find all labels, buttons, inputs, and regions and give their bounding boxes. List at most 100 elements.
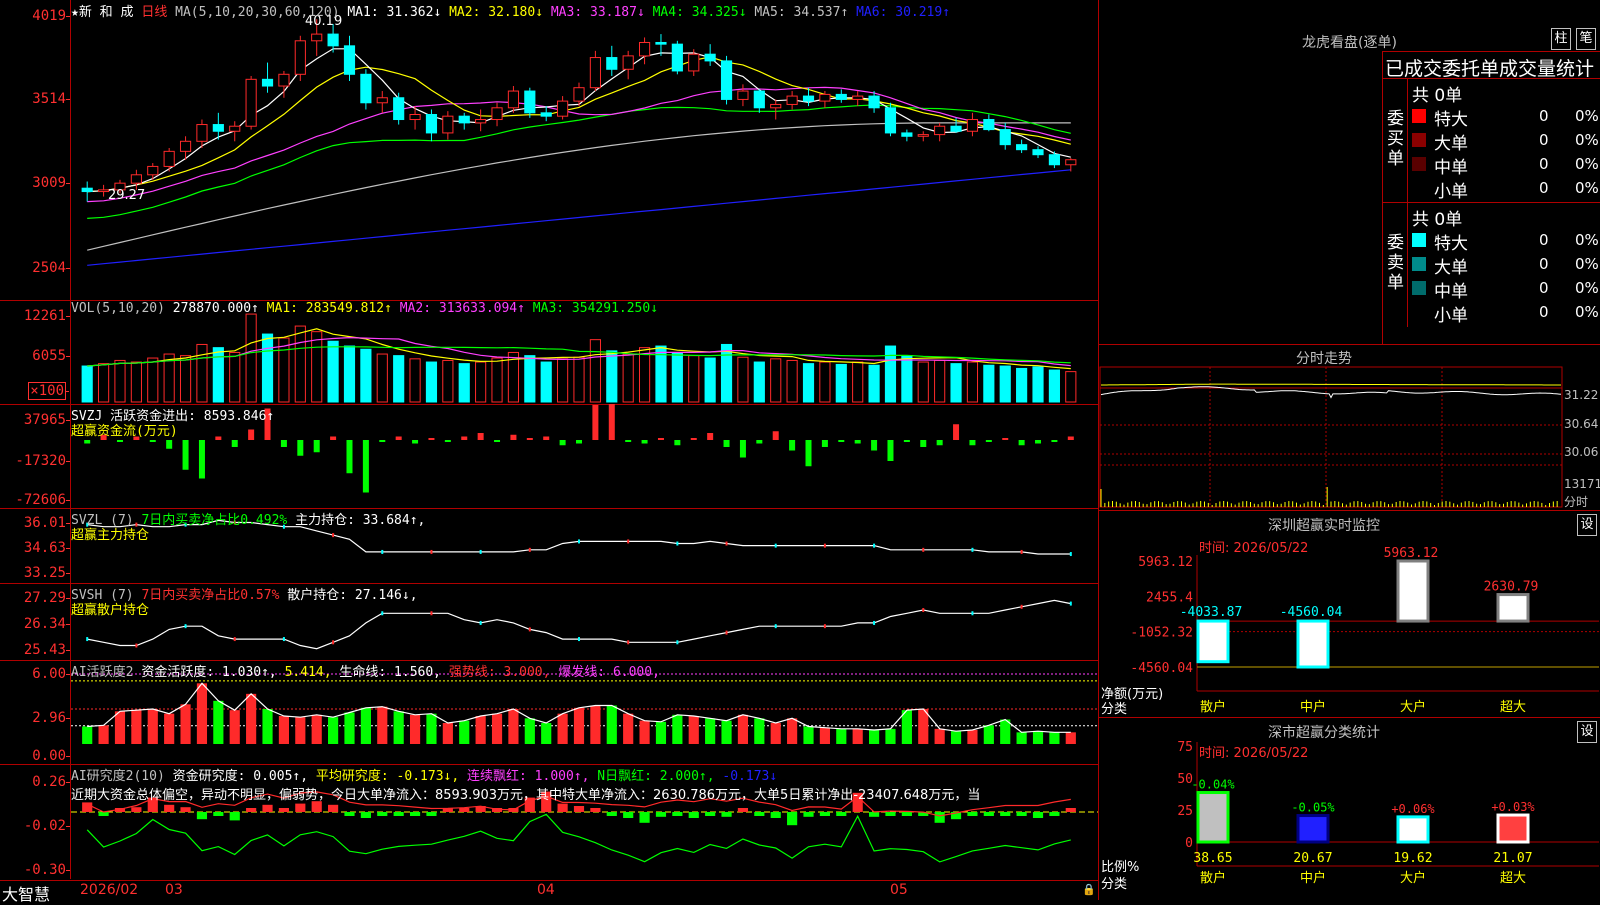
research-bar [1065, 808, 1076, 812]
volume-bar [720, 343, 733, 403]
tick-view-button[interactable]: 笔 [1576, 28, 1596, 50]
research-e: -0.173↓ [722, 769, 778, 784]
intraday-tick-2: 30.06 [1564, 445, 1599, 459]
research-bar [393, 812, 404, 816]
research-name: AI研究度2(10) [71, 769, 165, 784]
svsh-line-tick [676, 640, 679, 645]
svzj-bar [461, 436, 468, 440]
ma4-value: MA4: 34.325↓ [652, 5, 747, 20]
price-pane[interactable]: 4019 3514 3009 2504 ★新 和 成 日线 MA(5,10,20… [0, 0, 1098, 301]
svzj-bar [559, 440, 566, 446]
svsh-axis: 27.29 26.34 25.43 [0, 583, 71, 660]
active-bar [590, 705, 601, 744]
intraday-chart[interactable] [1099, 345, 1600, 510]
order-count-value: 0 [1539, 131, 1549, 149]
candle-body [327, 33, 339, 47]
research-bar [754, 812, 765, 816]
svzj-bar [149, 440, 156, 442]
candle-body [524, 90, 536, 114]
candle-body [212, 124, 224, 132]
date-feb: 2026/02 [80, 882, 139, 898]
research-bar [1049, 812, 1060, 816]
intraday-panel[interactable]: 分时走势 31.22 30.64 30.06 13171 分时 [1099, 345, 1600, 511]
ai-active-pane[interactable]: 6.00 2.96 0.00 AI活跃度2 资金活跃度: 1.030↑, 5.4… [0, 660, 1098, 765]
szm-bar [1296, 619, 1330, 669]
research-tick-1: -0.02 [23, 818, 71, 834]
active-value: 资金活跃度: 1.030↑, [141, 665, 277, 680]
candle-body [261, 78, 274, 87]
order-size-label: 大单 [1434, 258, 1468, 278]
ai-research-pane[interactable]: 0.26 -0.02 -0.30 AI研究度2(10) 资金研究度: 0.005… [0, 764, 1098, 879]
volume-bar [622, 353, 634, 403]
svzl-position: 主力持仓: 33.684↑, [295, 513, 426, 528]
svzj-bar [805, 440, 812, 467]
order-count-value: 0 [1539, 179, 1549, 197]
svzj-bar [116, 440, 123, 442]
vol-ma2: MA2: 313633.094↑ [399, 301, 525, 316]
active-bar [360, 707, 371, 744]
volume-bar [999, 365, 1011, 403]
volume-bar [638, 347, 651, 403]
active-bar [1016, 732, 1027, 744]
szm-ytick: -4560.04 [1130, 661, 1193, 676]
period-label[interactable]: 日线 [141, 5, 167, 20]
vol-tick-1: 6055 [32, 348, 70, 364]
active-bar [311, 714, 322, 744]
szc-category: 中户 [1300, 870, 1326, 886]
candle-body [884, 107, 897, 134]
vol-tick-0: 12261 [23, 308, 71, 324]
svzj-bar [1002, 438, 1009, 440]
svsh-line-tick [725, 630, 728, 635]
candle-body [1065, 159, 1077, 166]
volume-bar [589, 339, 601, 403]
stock-name[interactable]: ★新 和 成 [71, 5, 133, 20]
svsh-subheader: 超赢散户持仓 [71, 603, 150, 618]
order-size-label: 中单 [1434, 158, 1468, 178]
szc-value-label: 19.62 [1393, 851, 1432, 866]
volume-bar [98, 363, 110, 403]
low-label: 29.27 [108, 188, 146, 203]
research-bar [655, 812, 667, 817]
svzl-line-tick [332, 533, 335, 538]
candlestick-chart[interactable] [71, 0, 1098, 300]
candle-body [376, 97, 388, 104]
ma5-line [87, 122, 1071, 251]
sz-class-xlabel: 分类 [1101, 877, 1128, 892]
research-bar [787, 812, 798, 826]
svzl-line-tick [578, 539, 580, 544]
svzl-ratio: 7日内买卖净占比0.492% [141, 513, 288, 528]
bar-view-button[interactable]: 柱 [1551, 28, 1571, 50]
volume-bar [409, 358, 421, 403]
svzj-bar [772, 431, 779, 440]
research-bar [901, 812, 912, 816]
ma6-value: MA6: 30.219↑ [856, 5, 951, 20]
active-bar [377, 706, 388, 744]
volume-bar [393, 355, 405, 403]
volume-bar [1065, 371, 1077, 403]
active-bar [147, 709, 158, 744]
volume-pane[interactable]: 12261 6055 ×100 VOL(5,10,20) 278870.000↑… [0, 300, 1098, 405]
szm-ytick: -1052.32 [1130, 626, 1193, 641]
research-bar [885, 812, 896, 816]
svzj-pane[interactable]: 37965 -17320 -72606 SVZJ 活跃资金进出: 8593.84… [0, 404, 1098, 509]
szm-ytick: 5963.12 [1138, 555, 1193, 570]
date-apr: 04 [537, 882, 555, 898]
lock-icon[interactable]: 🔒 [1082, 883, 1096, 896]
svsh-pane[interactable]: 27.29 26.34 25.43 SVSH (7) 7日内买卖净占比0.57%… [0, 583, 1098, 661]
candle-body [802, 95, 815, 102]
svsh-position: 散户持仓: 27.146↓, [287, 588, 418, 603]
order-percent-value: 0% [1575, 279, 1599, 297]
szm-value-label: 2630.79 [1484, 580, 1539, 595]
svzl-line-tick [823, 543, 826, 548]
svzl-line-tick [922, 547, 925, 552]
svzj-tick-0: 37965 [23, 412, 71, 428]
svzl-pane[interactable]: 36.01 34.63 33.25 SVZL (7) 7日内买卖净占比0.492… [0, 508, 1098, 584]
svzl-axis: 36.01 34.63 33.25 [0, 508, 71, 583]
order-size-color-icon [1412, 157, 1426, 171]
sell-total: 共 0单 [1412, 210, 1463, 230]
svzj-bar [641, 440, 648, 444]
candle-body [343, 45, 356, 75]
svzj-bar [821, 440, 828, 447]
research-bar [246, 808, 257, 812]
active-tick-0: 6.00 [32, 666, 70, 682]
